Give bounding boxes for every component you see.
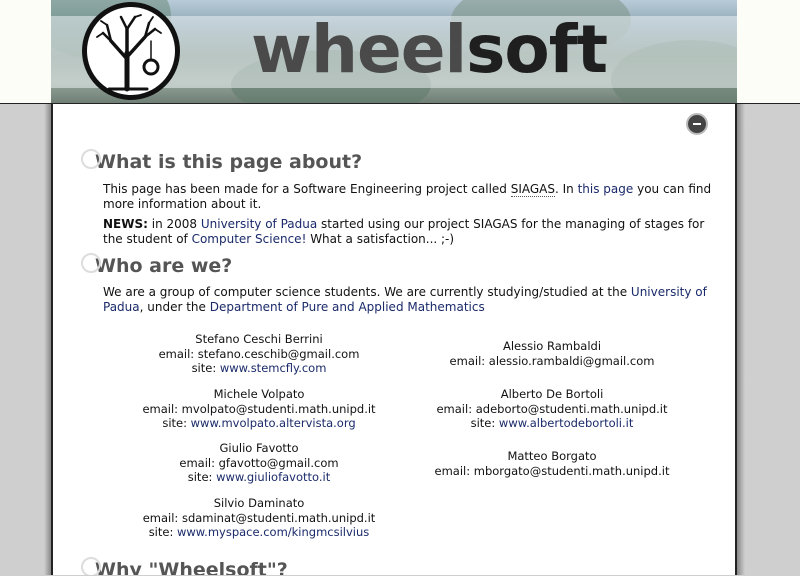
computer-science-link[interactable]: Computer Science! — [192, 232, 307, 246]
team-member: Stefano Ceschi Berrini email: stefano.ce… — [129, 332, 389, 376]
section-bullet-icon — [81, 253, 101, 273]
member-name: Stefano Ceschi Berrini — [195, 332, 323, 346]
this-page-link[interactable]: this page — [578, 182, 634, 196]
logo-text-soft: soft — [466, 11, 608, 88]
site-label: site: — [191, 361, 220, 375]
section-title-text: Who are we? — [95, 255, 233, 277]
section-bullet-icon — [81, 557, 101, 575]
who-paragraph: We are a group of computer science stude… — [103, 285, 713, 315]
team-member: Giulio Favotto email: gfavotto@gmail.com… — [129, 441, 389, 485]
site-logo-text[interactable]: wheelsoft — [251, 10, 608, 90]
team-member: Matteo Borgato email: mborgato@studenti.… — [422, 449, 682, 478]
member-site: site: www.mvolpato.altervista.org — [129, 416, 389, 431]
member-site-link[interactable]: www.albertodebortoli.it — [499, 416, 633, 430]
text-span: . In — [555, 182, 578, 196]
team-member: Alberto De Bortoli email: adeborto@stude… — [422, 387, 682, 431]
close-icon[interactable] — [686, 113, 708, 135]
team-member: Michele Volpato email: mvolpato@studenti… — [129, 387, 389, 431]
section-title-about: What is this page about? — [81, 149, 363, 173]
text-span: What a satisfaction... ;-) — [306, 232, 455, 246]
team-member: Alessio Rambaldi email: alessio.rambaldi… — [422, 339, 682, 368]
member-site-link[interactable]: www.giuliofavotto.it — [216, 470, 330, 484]
text-span: in 2008 — [147, 217, 201, 231]
section-title-why: Why "Wheelsoft"? — [81, 557, 288, 575]
department-link[interactable]: Department of Pure and Applied Mathemati… — [210, 300, 485, 314]
section-bullet-icon — [81, 149, 101, 169]
member-site-link[interactable]: www.stemcfly.com — [220, 361, 327, 375]
tree-logo-icon[interactable] — [82, 2, 180, 100]
university-of-padua-link[interactable]: University of Padua — [201, 217, 317, 231]
about-paragraph: This page has been made for a Software E… — [103, 182, 713, 212]
text-span: , under the — [139, 300, 210, 314]
site-label: site: — [470, 416, 499, 430]
main-content: What is this page about? This page has b… — [51, 104, 737, 575]
team-member: Silvio Daminato email: sdaminat@studenti… — [129, 496, 389, 540]
logo-text-wheel: wheel — [251, 11, 467, 88]
member-email: email: mborgato@studenti.math.unipd.it — [434, 463, 670, 478]
member-site: site: www.stemcfly.com — [129, 361, 389, 376]
member-name: Alessio Rambaldi — [502, 339, 602, 353]
member-email: email: gfavotto@gmail.com — [179, 455, 339, 470]
member-site: site: www.myspace.com/kingmcsilvius — [129, 525, 389, 540]
member-name: Alberto De Bortoli — [500, 387, 604, 401]
member-site: site: www.giuliofavotto.it — [129, 470, 389, 485]
member-email: email: mvolpato@studenti.math.unipd.it — [142, 401, 376, 416]
member-email: email: alessio.rambaldi@gmail.com — [449, 353, 655, 368]
site-label: site: — [162, 416, 191, 430]
member-email: email: adeborto@studenti.math.unipd.it — [436, 401, 668, 416]
member-name: Silvio Daminato — [213, 496, 305, 510]
member-site-link[interactable]: www.mvolpato.altervista.org — [191, 416, 356, 430]
member-site-link[interactable]: www.myspace.com/kingmcsilvius — [177, 525, 369, 539]
siagas-abbr: SIAGAS — [510, 182, 555, 197]
section-title-text: Why "Wheelsoft"? — [95, 559, 288, 575]
content-shadow-right — [737, 104, 745, 575]
member-site: site: www.albertodebortoli.it — [422, 416, 682, 431]
section-title-who: Who are we? — [81, 253, 233, 277]
member-email: email: sdaminat@studenti.math.unipd.it — [142, 510, 376, 525]
news-label: NEWS: — [103, 217, 148, 231]
member-name: Matteo Borgato — [507, 449, 597, 463]
site-label: site: — [187, 470, 217, 484]
text-span: We are a group of computer science stude… — [103, 285, 631, 299]
section-title-text: What is this page about? — [95, 151, 363, 173]
member-name: Michele Volpato — [213, 387, 305, 401]
member-email: email: stefano.ceschib@gmail.com — [158, 346, 360, 361]
member-name: Giulio Favotto — [219, 441, 299, 455]
news-paragraph: NEWS: in 2008 University of Padua starte… — [103, 217, 713, 247]
content-shadow-left — [44, 104, 51, 575]
text-span: This page has been made for a Software E… — [103, 182, 511, 196]
site-label: site: — [148, 525, 177, 539]
